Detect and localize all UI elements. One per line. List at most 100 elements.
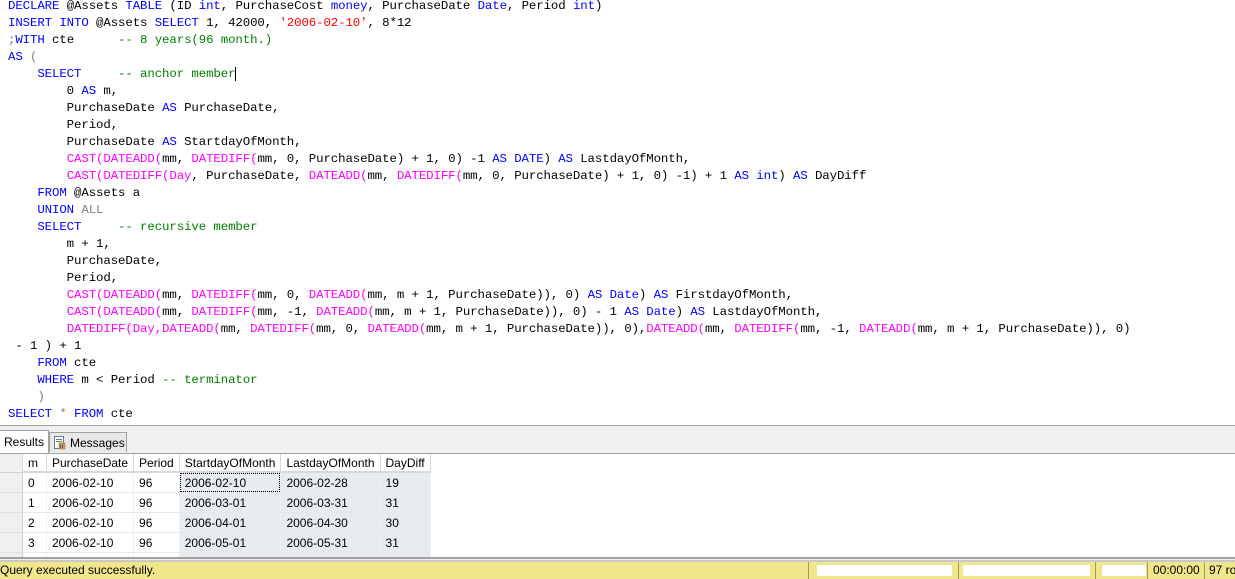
table-cell[interactable]: 19 bbox=[380, 472, 431, 493]
row-selector[interactable] bbox=[0, 512, 23, 533]
table-cell[interactable]: 96 bbox=[133, 512, 180, 533]
code-line[interactable]: INSERT INTO @Assets SELECT 1, 42000, '20… bbox=[8, 15, 412, 32]
table-row[interactable]: 1 2006-02-10 96 2006-03-01 2006-03-31 31 bbox=[0, 492, 431, 513]
code-token: Period, bbox=[8, 118, 119, 132]
table-cell[interactable]: 30 bbox=[380, 512, 431, 533]
column-header[interactable]: Period bbox=[133, 454, 180, 473]
table-cell[interactable]: 2006-06-30 bbox=[280, 552, 381, 557]
table-cell[interactable]: 2006-03-01 bbox=[179, 492, 282, 513]
table-cell[interactable]: 2006-05-31 bbox=[280, 532, 381, 553]
code-line[interactable]: ) bbox=[8, 389, 44, 406]
code-line[interactable]: DECLARE @Assets TABLE (ID int, PurchaseC… bbox=[8, 0, 602, 15]
code-line[interactable]: - 1 ) + 1 bbox=[8, 338, 81, 355]
column-header[interactable]: LastdayOfMonth bbox=[280, 454, 381, 473]
code-token: FROM bbox=[37, 356, 67, 370]
table-cell[interactable]: 30 bbox=[380, 552, 431, 557]
code-token: mm, bbox=[162, 305, 192, 319]
code-line[interactable]: SELECT -- anchor member bbox=[8, 66, 237, 83]
code-line[interactable]: CAST(DATEADD(mm, DATEDIFF(mm, 0, DATEADD… bbox=[8, 287, 793, 304]
table-cell[interactable]: 96 bbox=[133, 492, 180, 513]
table-cell[interactable]: 2006-06-01 bbox=[179, 552, 282, 557]
table-cell[interactable]: 2006-02-10 bbox=[46, 532, 135, 553]
column-header[interactable]: PurchaseDate bbox=[46, 454, 135, 473]
code-line[interactable]: 0 AS m, bbox=[8, 83, 118, 100]
results-grid[interactable]: m PurchaseDate Period StartdayOfMonth La… bbox=[0, 453, 1235, 559]
code-token: , PurchaseDate bbox=[367, 0, 478, 13]
code-token: AS bbox=[792, 169, 808, 183]
column-header[interactable]: m bbox=[22, 454, 47, 473]
code-token: 0 bbox=[8, 84, 82, 98]
code-line[interactable]: PurchaseDate AS StartdayOfMonth, bbox=[8, 134, 302, 151]
table-cell[interactable]: 3 bbox=[22, 532, 47, 553]
code-token: mm, bbox=[367, 169, 397, 183]
code-line[interactable]: FROM @Assets a bbox=[8, 185, 140, 202]
code-token: AS bbox=[558, 152, 573, 166]
column-header[interactable]: StartdayOfMonth bbox=[179, 454, 282, 473]
code-line[interactable]: ;WITH cte -- 8 years(96 month.) bbox=[8, 32, 272, 49]
code-line[interactable]: WHERE m < Period -- terminator bbox=[8, 372, 257, 389]
code-token: CAST(DATEDIFF(Day bbox=[66, 169, 192, 183]
code-token: -- 8 years(96 month.) bbox=[118, 33, 273, 47]
code-line[interactable]: SELECT * FROM cte bbox=[8, 406, 133, 423]
code-line[interactable]: Period, bbox=[8, 117, 118, 134]
row-selector[interactable] bbox=[0, 492, 23, 513]
table-cell[interactable]: 2006-04-01 bbox=[179, 512, 282, 533]
code-line[interactable]: CAST(DATEDIFF(Day, PurchaseDate, DATEADD… bbox=[8, 168, 867, 185]
code-token: AS int bbox=[734, 169, 779, 183]
table-cell[interactable]: 2006-03-31 bbox=[280, 492, 381, 513]
code-line[interactable]: PurchaseDate AS PurchaseDate, bbox=[8, 100, 280, 117]
table-cell[interactable]: 96 bbox=[133, 532, 180, 553]
code-line[interactable]: SELECT -- recursive member bbox=[8, 219, 257, 236]
code-line[interactable]: FROM cte bbox=[8, 355, 96, 372]
code-token: mm, m + 1, PurchaseDate)), 0), bbox=[426, 322, 647, 336]
table-cell[interactable]: 0 bbox=[22, 472, 47, 493]
row-selector[interactable] bbox=[0, 532, 23, 553]
table-cell[interactable]: 2 bbox=[22, 512, 47, 533]
table-cell[interactable]: 2006-05-01 bbox=[179, 532, 282, 553]
table-row[interactable]: 0 2006-02-10 96 2006-02-10 2006-02-28 19 bbox=[0, 472, 431, 493]
table-cell[interactable]: 1 bbox=[22, 492, 47, 513]
code-line[interactable]: CAST(DATEADD(mm, DATEDIFF(mm, 0, Purchas… bbox=[8, 151, 691, 168]
code-token: FROM bbox=[74, 407, 104, 421]
code-line[interactable]: m + 1, bbox=[8, 236, 111, 253]
select-all-corner[interactable] bbox=[0, 454, 23, 473]
row-selector[interactable] bbox=[0, 552, 23, 557]
tab-messages[interactable]: Messages bbox=[49, 432, 127, 452]
code-line[interactable]: AS ( bbox=[8, 49, 37, 66]
table-row[interactable]: 2 2006-02-10 96 2006-04-01 2006-04-30 30 bbox=[0, 512, 431, 533]
row-selector[interactable] bbox=[0, 472, 23, 493]
table-cell[interactable]: 96 bbox=[133, 472, 180, 493]
code-line[interactable]: CAST(DATEADD(mm, DATEDIFF(mm, -1, DATEAD… bbox=[8, 304, 823, 321]
table-cell[interactable]: 4 bbox=[22, 552, 47, 557]
table-cell[interactable]: 2006-02-10 bbox=[46, 512, 135, 533]
table-cell[interactable]: 2006-02-10 bbox=[46, 492, 135, 513]
code-line[interactable]: UNION ALL bbox=[8, 202, 103, 219]
table-row[interactable]: 42006-02-10962006-06-012006-06-3030 bbox=[0, 552, 431, 557]
table-cell[interactable]: 2006-02-10 bbox=[179, 472, 282, 493]
code-line[interactable]: Period, bbox=[8, 270, 118, 287]
code-token: mm, m + 1, PurchaseDate)), 0) bbox=[917, 322, 1131, 336]
table-cell[interactable]: 31 bbox=[380, 532, 431, 553]
table-cell[interactable]: 2006-02-10 bbox=[46, 472, 135, 493]
table-cell[interactable]: 96 bbox=[133, 552, 180, 557]
tab-results[interactable]: Results bbox=[0, 430, 49, 454]
column-header[interactable]: DayDiff bbox=[380, 454, 431, 473]
code-token: int bbox=[572, 0, 595, 13]
code-token: - 1 ) + 1 bbox=[8, 339, 82, 353]
code-line[interactable]: DATEDIFF(Day,DATEADD(mm, DATEDIFF(mm, 0,… bbox=[8, 321, 1131, 338]
code-token: DATEDIFF( bbox=[250, 322, 317, 336]
table-cell[interactable]: 2006-02-28 bbox=[280, 472, 381, 493]
table-cell[interactable]: 31 bbox=[380, 492, 431, 513]
code-token: @Assets bbox=[59, 0, 126, 13]
table-cell[interactable]: 2006-04-30 bbox=[280, 512, 381, 533]
code-token: mm, 0, PurchaseDate) + 1, 0) -1 bbox=[257, 152, 493, 166]
status-database bbox=[1095, 562, 1148, 579]
table-row[interactable]: 3 2006-02-10 96 2006-05-01 2006-05-31 31 bbox=[0, 532, 431, 553]
code-token: CAST(DATEADD( bbox=[66, 305, 163, 319]
table-cell[interactable]: 2006-02-10 bbox=[46, 552, 135, 557]
code-line[interactable]: PurchaseDate, bbox=[8, 253, 162, 270]
query-editor[interactable]: DECLARE @Assets TABLE (ID int, PurchaseC… bbox=[0, 0, 1235, 425]
code-token: cte bbox=[103, 407, 133, 421]
code-token: PurchaseDate, bbox=[8, 254, 163, 268]
